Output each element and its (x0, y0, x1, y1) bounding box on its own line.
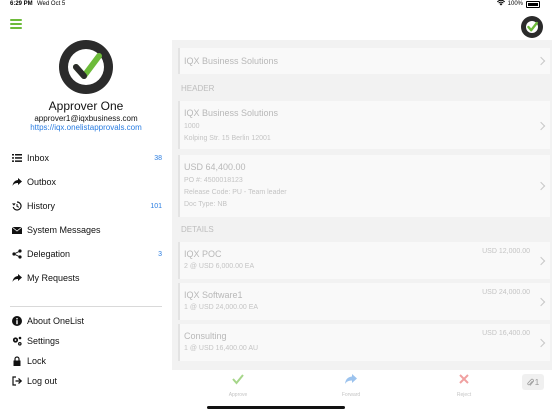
logout-icon (12, 376, 22, 386)
sidebar-item-label: Lock (27, 356, 47, 366)
details-section-label: DETAILS (181, 225, 214, 234)
status-time: 6:29 PM (10, 1, 33, 7)
header-section-label: HEADER (181, 84, 215, 93)
po-amount: USD 64,400.00 (184, 162, 246, 172)
sidebar-item-label: Settings (27, 336, 60, 346)
sidebar-item-my-requests[interactable]: My Requests (0, 268, 172, 288)
attachments-button[interactable]: 1 (522, 374, 544, 390)
status-date: Wed Oct 5 (37, 1, 66, 7)
chevron-right-icon (536, 338, 546, 348)
sidebar-item-about[interactable]: About OneList (0, 311, 172, 331)
paperclip-icon (527, 378, 534, 386)
forward-arrow-icon (12, 273, 22, 283)
wifi-icon (496, 0, 505, 8)
share-icon (12, 249, 22, 259)
approver-item-card[interactable]: IQX Business Solutions (178, 48, 550, 74)
line-item-amount: USD 12,000.00 (482, 248, 530, 255)
sidebar-item-label: Outbox (27, 177, 57, 187)
chevron-right-icon (536, 181, 546, 191)
reject-label: Reject (456, 392, 472, 398)
line-item-title: IQX Software1 (184, 290, 243, 300)
chevron-right-icon (536, 256, 546, 266)
sidebar-item-label: History (27, 201, 56, 211)
reject-button[interactable]: Reject (439, 372, 489, 398)
approve-label: Approve (228, 392, 248, 398)
checkmark-logo-icon (68, 49, 104, 85)
checkmark-icon (232, 374, 244, 385)
sidebar-item-label: Log out (27, 376, 58, 386)
approver-item-title: IQX Business Solutions (184, 56, 279, 66)
envelope-icon (12, 225, 22, 235)
line-item-amount: USD 16,400.00 (482, 330, 530, 337)
line-item-card[interactable]: Consulting 1 @ USD 16,400.00 AU USD 16,4… (178, 324, 550, 361)
sidebar-item-lock[interactable]: Lock (0, 351, 172, 371)
chevron-right-icon (536, 297, 546, 307)
avatar (59, 40, 113, 94)
po-summary-card[interactable]: USD 64,400.00 PO #: 4500018123 Release C… (178, 155, 550, 217)
sidebar-item-label: Delegation (27, 249, 71, 259)
menu-divider (10, 306, 162, 307)
delegation-count: 3 (158, 250, 162, 258)
release-code: Release Code: PU - Team leader (184, 189, 287, 196)
battery-icon (526, 0, 540, 8)
po-number: PO #: 4500018123 (184, 177, 243, 184)
list-icon (12, 153, 22, 163)
sidebar-item-logout[interactable]: Log out (0, 371, 172, 391)
line-item-amount: USD 24,000.00 (482, 289, 530, 296)
sidebar-item-label: About OneList (27, 316, 85, 326)
history-count: 101 (150, 202, 162, 210)
sidebar-item-settings[interactable]: Settings (0, 331, 172, 351)
forward-label: Forward (341, 392, 361, 398)
battery-percent: 100% (507, 1, 523, 7)
onelist-logo-icon[interactable] (521, 16, 543, 38)
vendor-card[interactable]: IQX Business Solutions 1000 Kolping Str.… (178, 101, 550, 149)
info-icon (12, 316, 22, 326)
home-indicator[interactable] (207, 406, 345, 409)
vendor-title: IQX Business Solutions (184, 108, 279, 118)
close-icon (459, 374, 469, 384)
sidebar-item-history[interactable]: History 101 (0, 196, 172, 216)
forward-button[interactable]: Forward (326, 372, 376, 398)
gears-icon (12, 336, 22, 346)
sidebar-item-inbox[interactable]: Inbox 38 (0, 148, 172, 168)
line-item-card[interactable]: IQX POC 2 @ USD 6,000.00 EA USD 12,000.0… (178, 242, 550, 279)
status-right: 100% (496, 0, 540, 8)
forward-arrow-icon (345, 374, 357, 384)
forward-arrow-icon (12, 177, 22, 187)
chevron-right-icon (536, 56, 546, 66)
attachments-count: 1 (534, 377, 540, 387)
sidebar-item-delegation[interactable]: Delegation 3 (0, 244, 172, 264)
menu-toggle-icon[interactable] (10, 18, 22, 30)
sidebar-item-label: System Messages (27, 225, 101, 235)
profile-email: approver1@iqxbusiness.com (34, 114, 138, 123)
sidebar-item-label: Inbox (27, 153, 50, 163)
sidebar-item-outbox[interactable]: Outbox (0, 172, 172, 192)
line-item-qty: 1 @ USD 24,000.00 EA (184, 304, 259, 311)
line-item-title: IQX POC (184, 249, 222, 259)
approve-button[interactable]: Approve (213, 372, 263, 398)
line-item-title: Consulting (184, 331, 227, 341)
line-item-card[interactable]: IQX Software1 1 @ USD 24,000.00 EA USD 2… (178, 283, 550, 320)
doc-type: Doc Type: NB (184, 201, 228, 208)
lock-icon (12, 356, 22, 366)
line-item-qty: 2 @ USD 6,000.00 EA (184, 263, 255, 270)
sidebar-item-system-messages[interactable]: System Messages (0, 220, 172, 240)
history-icon (12, 201, 22, 211)
profile-url-link[interactable]: https://iqx.onelistapprovals.com (0, 123, 172, 132)
profile-name: Approver One (48, 99, 124, 113)
inbox-count: 38 (154, 154, 162, 162)
chevron-right-icon (536, 121, 546, 131)
vendor-code: 1000 (184, 123, 200, 130)
vendor-address: Kolping Str. 15 Berlin 12001 (184, 135, 271, 142)
line-item-qty: 1 @ USD 16,400.00 AU (184, 345, 259, 352)
sidebar-item-label: My Requests (27, 273, 80, 283)
